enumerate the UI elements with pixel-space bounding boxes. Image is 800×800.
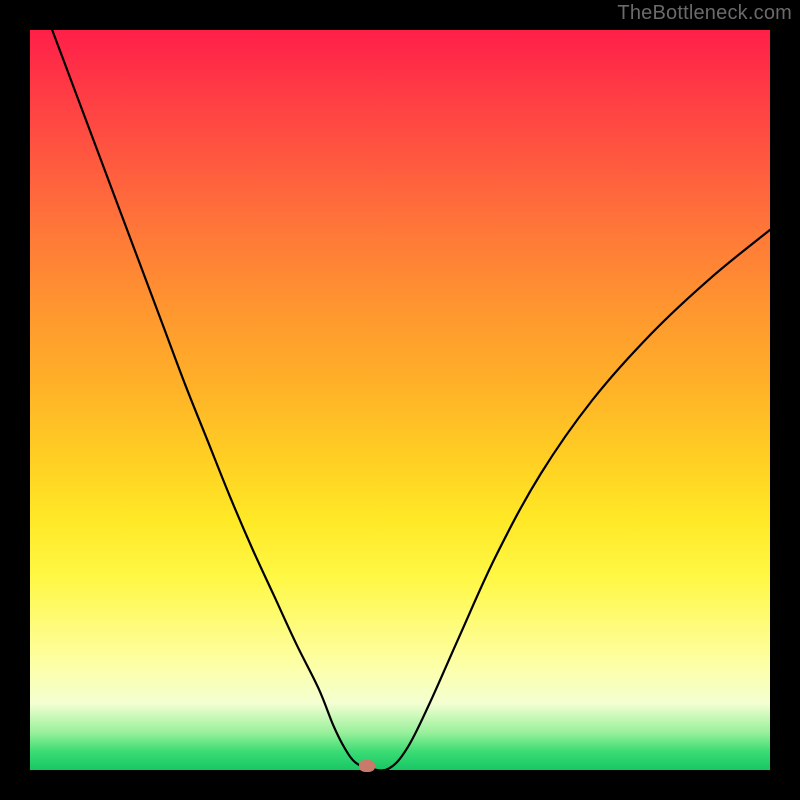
watermark-text: TheBottleneck.com [617, 2, 792, 25]
optimum-marker [359, 760, 375, 772]
bottleneck-curve [30, 30, 770, 770]
chart-frame: TheBottleneck.com [0, 0, 800, 800]
plot-area [30, 30, 770, 770]
